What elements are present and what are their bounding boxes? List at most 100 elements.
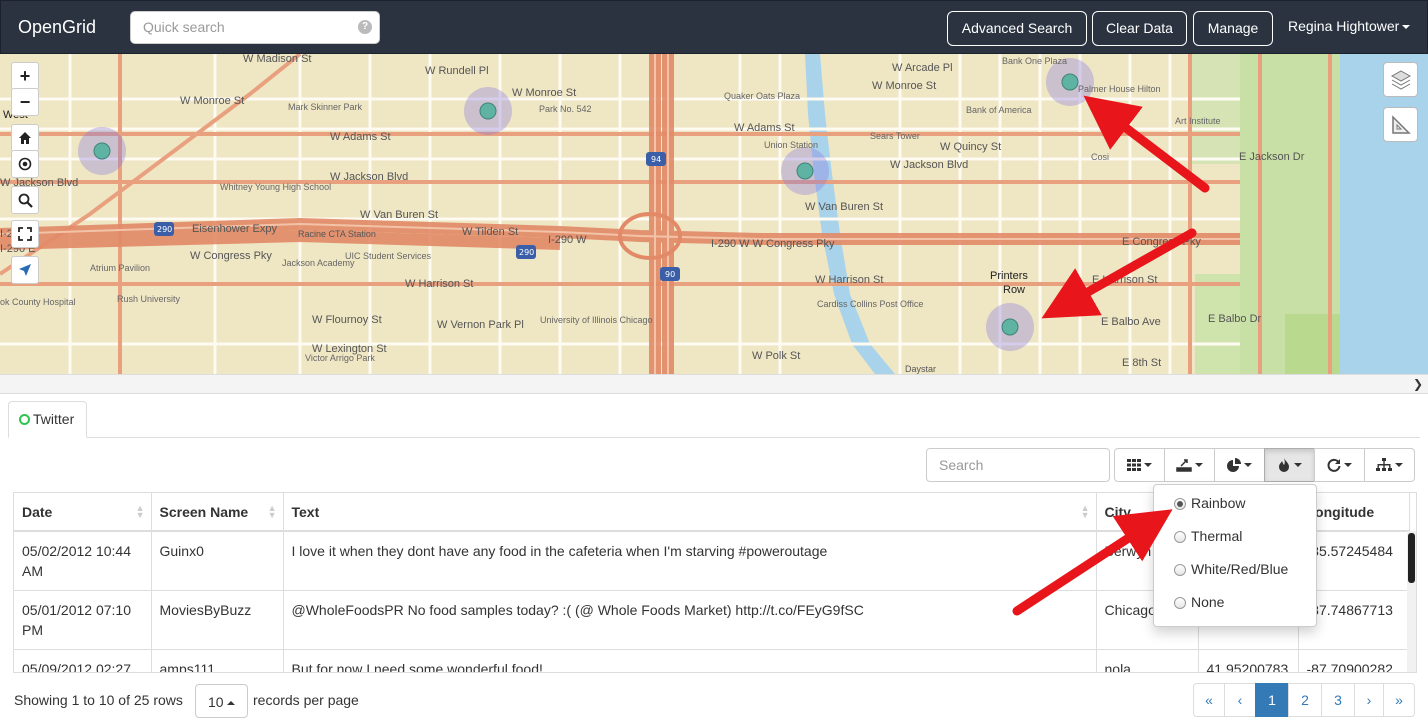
tab-label: Twitter <box>33 411 75 427</box>
column-header-date[interactable]: Date ▲ ▼ <box>14 493 152 532</box>
data-tabs: Twitter <box>8 401 1420 438</box>
home-icon[interactable] <box>11 124 39 152</box>
export-button[interactable] <box>1164 448 1215 482</box>
scrollbar-thumb[interactable] <box>1408 533 1415 583</box>
cell-text: But for now I need some wonderful food! <box>283 649 1097 672</box>
svg-text:I-290 W: I-290 W <box>548 234 587 246</box>
svg-text:E Jackson Dr: E Jackson Dr <box>1239 151 1305 163</box>
svg-text:E 8th St: E 8th St <box>1122 357 1161 369</box>
quick-search-input[interactable]: Quick search <box>130 11 380 44</box>
zoom-box-icon[interactable] <box>11 186 39 214</box>
column-header-text[interactable]: Text ▲ ▼ <box>283 493 1097 532</box>
svg-text:W Jackson Blvd: W Jackson Blvd <box>330 171 408 183</box>
svg-text:W Quincy St: W Quincy St <box>940 141 1001 153</box>
svg-text:W Adams St: W Adams St <box>330 131 391 143</box>
caret-down-icon <box>1294 463 1302 467</box>
map-view[interactable]: 290 290 94 90 W Madison St W Rundell Pl <box>0 54 1428 374</box>
clear-data-button[interactable]: Clear Data <box>1092 11 1187 46</box>
column-header-screen-name[interactable]: Screen Name ▲ ▼ <box>151 493 284 532</box>
locate-icon[interactable] <box>11 150 39 178</box>
cell-date: 05/01/2012 07:10 PM <box>14 590 152 650</box>
panel-collapse-bar[interactable]: ❯ <box>0 374 1428 394</box>
per-page-select[interactable]: 10 <box>195 684 248 718</box>
chart-button[interactable] <box>1214 448 1265 482</box>
columns-button[interactable] <box>1114 448 1165 482</box>
radio-selected-icon[interactable] <box>1174 498 1186 510</box>
user-name: Regina Hightower <box>1288 18 1400 34</box>
page-3-button[interactable]: 3 <box>1321 683 1355 717</box>
caret-down-icon <box>1344 463 1352 467</box>
svg-text:Whitney Young High School: Whitney Young High School <box>220 182 331 192</box>
radio-icon[interactable] <box>1174 531 1186 543</box>
cell-latitude: 41.95200783 <box>1198 649 1299 672</box>
zoom-out-button[interactable]: − <box>11 88 39 116</box>
radio-icon[interactable] <box>1174 564 1186 576</box>
fire-icon <box>1279 458 1289 472</box>
svg-text:W Monroe St: W Monroe St <box>872 80 936 92</box>
cell-screen-name: amps111 <box>151 649 284 672</box>
svg-text:Palmer House Hilton: Palmer House Hilton <box>1078 84 1161 94</box>
heatmap-button[interactable] <box>1264 448 1315 482</box>
navigation-arrow-icon[interactable] <box>11 256 39 284</box>
cell-text: I love it when they dont have any food i… <box>283 531 1097 591</box>
user-menu[interactable]: Regina Hightower <box>1288 18 1411 34</box>
svg-text:Bank One Plaza: Bank One Plaza <box>1002 56 1067 66</box>
chevron-down-icon[interactable]: ❯ <box>1413 377 1423 391</box>
help-icon[interactable]: ? <box>358 20 372 34</box>
page-prev-button[interactable]: ‹ <box>1224 683 1256 717</box>
aggregate-button[interactable] <box>1364 448 1415 482</box>
svg-text:E Harrison St: E Harrison St <box>1092 274 1157 286</box>
grid-icon <box>1127 459 1141 471</box>
page-1-button[interactable]: 1 <box>1255 683 1289 717</box>
sitemap-icon <box>1376 458 1392 471</box>
table-row[interactable]: 05/09/2012 02:27 amps111 But for now I n… <box>14 649 1410 672</box>
svg-text:Cardiss Collins Post Office: Cardiss Collins Post Office <box>817 299 923 309</box>
layers-icon[interactable] <box>1383 62 1418 97</box>
svg-text:W Monroe St: W Monroe St <box>512 87 576 99</box>
svg-text:Park No. 542: Park No. 542 <box>539 104 592 114</box>
pagination: « ‹ 1 2 3 › » <box>1193 683 1415 717</box>
svg-text:W Rundell Pl: W Rundell Pl <box>425 65 489 77</box>
cell-screen-name: MoviesByBuzz <box>151 590 284 650</box>
table-search-input[interactable]: Search <box>926 448 1110 482</box>
svg-text:94: 94 <box>651 155 661 164</box>
svg-text:I-290 W W Congress Pky: I-290 W W Congress Pky <box>711 238 835 250</box>
menu-item-rainbow[interactable]: Rainbow <box>1154 495 1316 528</box>
radio-icon[interactable] <box>1174 597 1186 609</box>
status-circle-icon <box>19 414 30 425</box>
fullscreen-icon[interactable] <box>11 220 39 248</box>
svg-text:Rush University: Rush University <box>117 294 181 304</box>
per-page-label: records per page <box>253 692 359 708</box>
caret-up-icon <box>226 701 235 706</box>
svg-text:Sears Tower: Sears Tower <box>870 131 920 141</box>
page-2-button[interactable]: 2 <box>1288 683 1322 717</box>
menu-item-thermal[interactable]: Thermal <box>1154 528 1316 561</box>
menu-item-white-red-blue[interactable]: White/Red/Blue <box>1154 561 1316 594</box>
zoom-in-button[interactable]: + <box>11 62 39 90</box>
page-last-button[interactable]: » <box>1383 683 1415 717</box>
svg-text:UIC Student Services: UIC Student Services <box>345 251 432 261</box>
svg-text:E Balbo Dr: E Balbo Dr <box>1208 313 1262 325</box>
table-scrollbar[interactable] <box>1407 531 1416 672</box>
refresh-button[interactable] <box>1314 448 1365 482</box>
tab-twitter[interactable]: Twitter <box>8 401 87 438</box>
heatmap-style-menu: Rainbow Thermal White/Red/Blue None <box>1153 484 1317 627</box>
svg-text:W Harrison St: W Harrison St <box>815 274 883 286</box>
cell-city: nola <box>1096 649 1199 672</box>
brand-logo[interactable]: OpenGrid <box>18 17 96 38</box>
manage-button[interactable]: Manage <box>1193 11 1273 46</box>
page-next-button[interactable]: › <box>1354 683 1384 717</box>
map-canvas: 290 290 94 90 W Madison St W Rundell Pl <box>0 54 1428 374</box>
svg-text:W Adams St: W Adams St <box>734 122 795 134</box>
advanced-search-button[interactable]: Advanced Search <box>947 11 1087 46</box>
caret-down-icon <box>1195 463 1203 467</box>
menu-item-none[interactable]: None <box>1154 594 1316 627</box>
cell-longitude: -87.70900282 <box>1298 649 1410 672</box>
measure-ruler-icon[interactable] <box>1383 107 1418 142</box>
sort-icon: ▲ ▼ <box>267 503 277 520</box>
pagination-info: Showing 1 to 10 of 25 rows <box>14 692 183 708</box>
svg-text:Art Institute: Art Institute <box>1175 116 1221 126</box>
page-first-button[interactable]: « <box>1193 683 1225 717</box>
svg-text:W Flournoy St: W Flournoy St <box>312 314 382 326</box>
svg-text:W Jackson Blvd: W Jackson Blvd <box>890 159 968 171</box>
